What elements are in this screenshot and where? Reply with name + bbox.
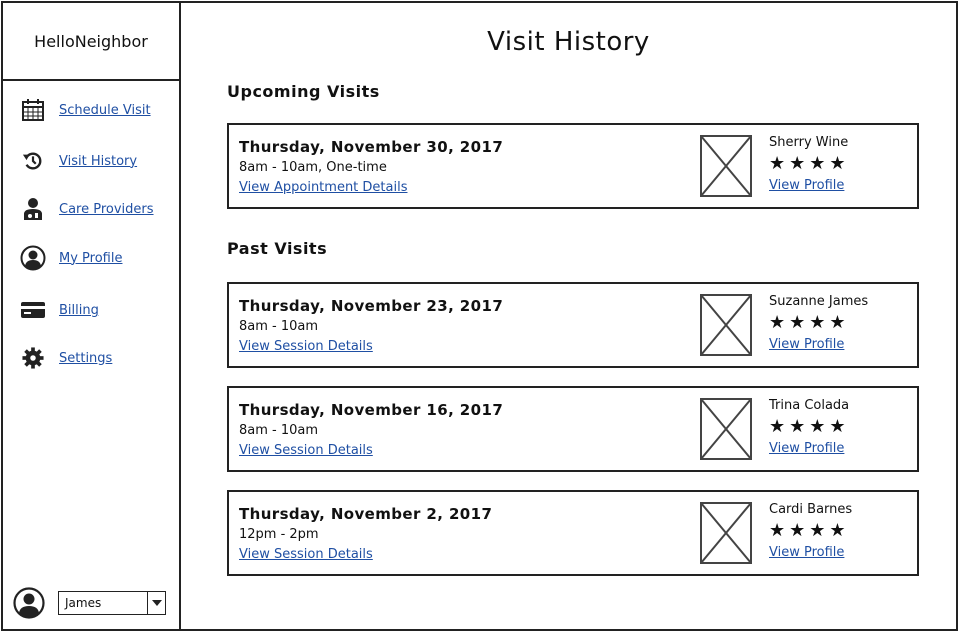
provider-photo-placeholder (700, 502, 752, 564)
rating-stars: ★★★★ (769, 416, 850, 437)
sidebar-item-care-providers[interactable]: Care Providers (3, 194, 179, 224)
visit-time: 8am - 10am (239, 423, 319, 438)
provider-name: Suzanne James (769, 294, 869, 309)
care-provider-icon (20, 196, 46, 222)
provider-photo-placeholder (700, 398, 752, 460)
upcoming-visits-heading: Upcoming Visits (227, 82, 380, 101)
calendar-icon (20, 97, 46, 123)
sidebar-item-schedule-visit[interactable]: Schedule Visit (3, 95, 179, 125)
view-appointment-details-link[interactable]: View Appointment Details (239, 180, 407, 195)
visit-date: Thursday, November 2, 2017 (239, 505, 493, 523)
visit-time: 8am - 10am, One-time (239, 160, 387, 175)
page-title: Visit History (487, 27, 650, 57)
rating-stars: ★★★★ (769, 520, 850, 541)
sidebar-item-label: My Profile (59, 250, 123, 266)
visit-card: Thursday, November 2, 2017 12pm - 2pm Vi… (227, 490, 919, 576)
user-select[interactable]: James (58, 591, 166, 615)
avatar-icon (13, 587, 45, 619)
visit-card: Thursday, November 16, 2017 8am - 10am V… (227, 386, 919, 472)
sidebar-item-label: Billing (59, 302, 99, 318)
view-session-details-link[interactable]: View Session Details (239, 443, 373, 458)
provider-photo-placeholder (700, 294, 752, 356)
rating-stars: ★★★★ (769, 312, 850, 333)
view-session-details-link[interactable]: View Session Details (239, 547, 373, 562)
main-content: Visit History Upcoming Visits Thursday, … (181, 3, 956, 629)
user-select-value: James (65, 596, 102, 610)
app-brand: HelloNeighbor (3, 3, 179, 81)
sidebar-item-visit-history[interactable]: Visit History (3, 146, 179, 176)
provider-name: Trina Colada (769, 398, 850, 413)
rating-stars: ★★★★ (769, 153, 850, 174)
visit-date: Thursday, November 16, 2017 (239, 401, 504, 419)
provider-photo-placeholder (700, 135, 752, 197)
view-profile-link[interactable]: View Profile (769, 178, 844, 193)
app-window: HelloNeighbor Schedule Visit Visit Histo… (1, 1, 958, 631)
provider-name: Cardi Barnes (769, 502, 853, 517)
past-visits-heading: Past Visits (227, 239, 328, 258)
view-profile-link[interactable]: View Profile (769, 337, 844, 352)
visit-card: Thursday, November 23, 2017 8am - 10am V… (227, 282, 919, 368)
sidebar-item-label: Settings (59, 350, 113, 366)
visit-time: 12pm - 2pm (239, 527, 319, 542)
sidebar-item-label: Care Providers (59, 201, 154, 217)
view-profile-link[interactable]: View Profile (769, 441, 844, 456)
credit-card-icon (20, 297, 46, 323)
sidebar: HelloNeighbor Schedule Visit Visit Histo… (3, 3, 181, 629)
sidebar-item-billing[interactable]: Billing (3, 295, 179, 325)
sidebar-item-settings[interactable]: Settings (3, 343, 179, 373)
user-circle-icon (20, 245, 46, 271)
visit-card: Thursday, November 30, 2017 8am - 10am, … (227, 123, 919, 209)
sidebar-item-my-profile[interactable]: My Profile (3, 243, 179, 273)
provider-name: Sherry Wine (769, 135, 849, 150)
visit-date: Thursday, November 23, 2017 (239, 297, 504, 315)
sidebar-item-label: Visit History (59, 153, 138, 169)
view-session-details-link[interactable]: View Session Details (239, 339, 373, 354)
chevron-down-icon[interactable] (147, 592, 165, 614)
visit-date: Thursday, November 30, 2017 (239, 138, 504, 156)
sidebar-item-label: Schedule Visit (59, 102, 151, 118)
visit-time: 8am - 10am (239, 319, 319, 334)
user-switcher: James (11, 587, 171, 621)
gear-icon (20, 345, 46, 371)
view-profile-link[interactable]: View Profile (769, 545, 844, 560)
history-icon (20, 148, 46, 174)
